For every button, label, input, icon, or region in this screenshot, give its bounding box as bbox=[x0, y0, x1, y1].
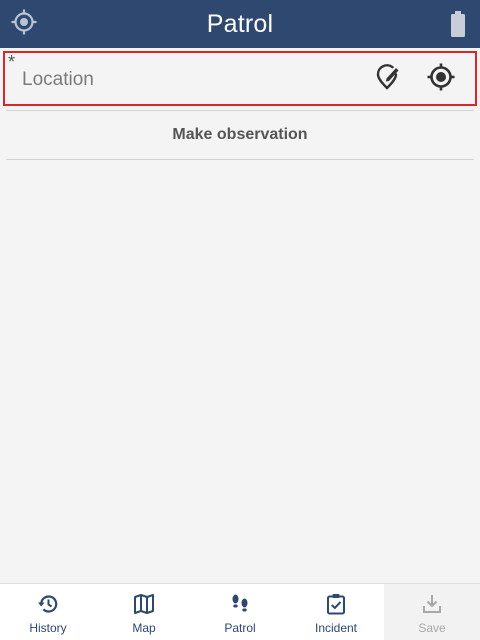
divider bbox=[6, 110, 474, 111]
app-root: Patrol * Location Make observation Histo… bbox=[0, 0, 480, 640]
nav-map[interactable]: Map bbox=[96, 584, 192, 640]
location-field[interactable]: * Location bbox=[3, 51, 477, 106]
location-placeholder: Location bbox=[22, 69, 94, 90]
nav-label: Map bbox=[132, 621, 156, 635]
gps-target-icon bbox=[10, 8, 38, 41]
nav-label: Incident bbox=[314, 621, 358, 635]
required-mark: * bbox=[8, 52, 16, 72]
nav-label: Patrol bbox=[224, 621, 256, 635]
nav-save[interactable]: Save bbox=[384, 584, 480, 640]
clipboard-check-icon bbox=[325, 593, 347, 615]
edit-location-button[interactable] bbox=[372, 63, 404, 95]
make-observation-button[interactable]: Make observation bbox=[6, 112, 474, 158]
footsteps-icon bbox=[229, 593, 251, 615]
map-icon bbox=[133, 593, 155, 615]
nav-label: History bbox=[29, 621, 67, 635]
nav-label: Save bbox=[418, 621, 446, 635]
history-icon bbox=[37, 593, 59, 615]
divider bbox=[6, 159, 474, 160]
my-location-icon bbox=[426, 62, 456, 97]
nav-patrol[interactable]: Patrol bbox=[192, 584, 288, 640]
nav-incident[interactable]: Incident bbox=[288, 584, 384, 640]
top-app-bar: Patrol bbox=[0, 0, 480, 48]
page-title: Patrol bbox=[206, 9, 274, 38]
bottom-navigation: History Map Patrol Incident Save bbox=[0, 583, 480, 640]
edit-location-icon bbox=[374, 63, 402, 96]
gps-button[interactable] bbox=[8, 8, 40, 40]
save-download-icon bbox=[421, 593, 443, 615]
battery-icon bbox=[450, 11, 466, 37]
current-location-button[interactable] bbox=[425, 63, 457, 95]
nav-history[interactable]: History bbox=[0, 584, 96, 640]
